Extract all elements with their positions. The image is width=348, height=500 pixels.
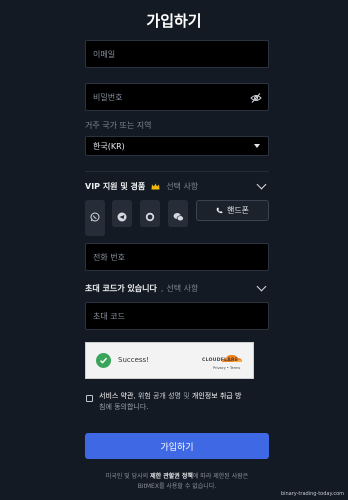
referral-code-field[interactable]: 초대 코드	[85, 302, 269, 330]
country-value: 한국(KR)	[93, 141, 125, 151]
phone-icon	[216, 207, 223, 214]
signal-button[interactable]	[140, 200, 160, 227]
vip-label: VIP 지원 및 경품	[85, 181, 146, 191]
terms-line-2: 침에 동의합니다.	[99, 403, 149, 411]
chevron-down-icon[interactable]	[256, 281, 267, 292]
terms-checkbox[interactable]	[86, 395, 93, 402]
cloudflare-brand: CLOUDFLARE	[202, 358, 239, 363]
footer-notice: 미국인 및 당사의 제한 관할권 정책에 따라 제한된 사람은 BitMEX를 …	[74, 472, 280, 492]
footer-line-1: 미국인 및 당사의 제한 관할권 정책에 따라 제한된 사람은	[74, 472, 280, 482]
phone-button-label: 핸드폰	[226, 206, 250, 215]
referral-header[interactable]: 초대 코드가 있습니다 , 선택 사항	[85, 281, 269, 294]
signal-icon	[145, 207, 155, 226]
referral-optional: 선택 사항	[166, 283, 199, 293]
country-select[interactable]: 한국(KR)	[85, 136, 269, 156]
password-placeholder: 비밀번호	[93, 92, 123, 102]
privacy-policy-link[interactable]: 개인정보 취급 방	[190, 392, 242, 400]
referral-code-placeholder: 초대 코드	[93, 311, 125, 321]
phone-number-placeholder: 전화 번호	[93, 252, 125, 262]
footer-line-2: BitMEX를 사용할 수 없습니다.	[137, 483, 217, 490]
terms-line-1: 서비스 약관, 위험 공개 성명 및 개인정보 취급 방	[99, 391, 274, 402]
eye-off-icon[interactable]	[250, 92, 262, 104]
wechat-button[interactable]	[168, 200, 188, 227]
crown-icon	[151, 183, 160, 190]
signup-button-label: 가입하기	[160, 442, 194, 453]
captcha-links[interactable]: Privacy • Terms	[213, 366, 240, 370]
success-check-icon	[96, 353, 111, 368]
footer-text-c: 에 따라 제한된 사람은	[192, 473, 249, 480]
vip-optional: 선택 사항	[166, 181, 199, 191]
caret-down-icon	[254, 144, 260, 148]
password-field[interactable]: 비밀번호	[85, 83, 269, 111]
phone-number-field[interactable]: 전화 번호	[85, 243, 269, 271]
referral-separator: ,	[160, 283, 164, 293]
vip-header[interactable]: VIP 지원 및 경품 선택 사항	[85, 179, 269, 192]
phone-button[interactable]: 핸드폰	[196, 200, 269, 221]
page-title: 가입하기	[146, 12, 202, 30]
terms-text: 서비스 약관, 위험 공개 성명 및 개인정보 취급 방 침에 동의합니다.	[99, 391, 274, 413]
whatsapp-button[interactable]	[85, 200, 105, 236]
email-field[interactable]: 이메일	[85, 40, 269, 68]
restricted-jurisdiction-link[interactable]: 제한 관할권 정책	[150, 473, 193, 480]
wechat-icon	[173, 207, 184, 226]
chevron-down-icon[interactable]	[256, 179, 267, 190]
signup-button[interactable]: 가입하기	[85, 433, 269, 459]
divider	[85, 171, 269, 172]
captcha-widget[interactable]: Success! CLOUDFLARE Privacy • Terms	[85, 342, 254, 379]
captcha-status: Success!	[118, 356, 149, 364]
terms-of-service-link[interactable]: 서비스 약관	[99, 392, 133, 400]
whatsapp-icon	[90, 207, 100, 226]
telegram-button[interactable]	[112, 200, 132, 227]
email-placeholder: 이메일	[93, 49, 116, 59]
watermark: binary-trading-today.com	[280, 491, 344, 497]
footer-text-a: 미국인 및 당사의	[105, 473, 151, 480]
risk-disclosure-link[interactable]: , 위험 공개 성명	[133, 392, 183, 400]
telegram-icon	[117, 207, 127, 226]
referral-label: 초대 코드가 있습니다	[85, 283, 157, 293]
country-label: 거주 국가 또는 지역	[85, 121, 152, 130]
